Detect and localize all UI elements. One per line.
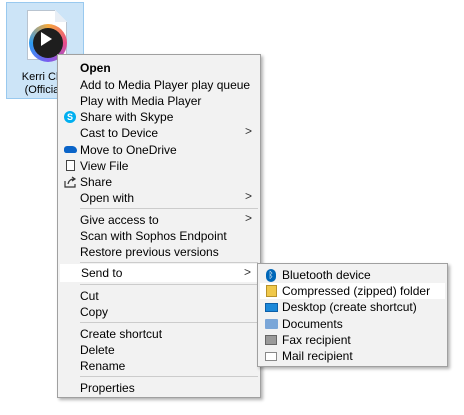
menu-item-move-to-onedrive[interactable]: Move to OneDrive	[60, 141, 258, 158]
send-to-desktop[interactable]: Desktop (create shortcut)	[260, 299, 445, 315]
menu-item-add-to-queue[interactable]: Add to Media Player play queue	[60, 76, 258, 93]
share-icon	[63, 175, 77, 188]
menu-item-properties[interactable]: Properties	[60, 379, 258, 396]
view-file-icon	[63, 159, 77, 172]
send-to-documents[interactable]: Documents	[260, 316, 445, 332]
menu-item-share-with-skype[interactable]: S Share with Skype	[60, 108, 258, 125]
desktop-icon	[264, 301, 278, 313]
menu-item-cut[interactable]: Cut	[60, 287, 258, 304]
mail-icon	[264, 350, 278, 362]
chevron-right-icon: >	[244, 189, 252, 203]
send-to-compressed-folder[interactable]: Compressed (zipped) folder	[260, 283, 445, 299]
skype-icon: S	[63, 110, 77, 123]
send-to-mail-recipient[interactable]: Mail recipient	[260, 348, 445, 364]
menu-item-give-access-to[interactable]: Give access to >	[60, 211, 258, 228]
fax-icon	[264, 334, 278, 346]
send-to-bluetooth-device[interactable]: ᛒ Bluetooth device	[260, 267, 445, 283]
context-menu: Open Add to Media Player play queue Play…	[57, 54, 261, 398]
menu-separator	[80, 262, 258, 263]
menu-item-cast-to-device[interactable]: Cast to Device >	[60, 124, 258, 141]
menu-item-share[interactable]: Share	[60, 173, 258, 190]
menu-item-view-file[interactable]: View File	[60, 157, 258, 174]
send-to-fax-recipient[interactable]: Fax recipient	[260, 332, 445, 348]
documents-folder-icon	[264, 318, 278, 330]
menu-item-delete[interactable]: Delete	[60, 341, 258, 358]
menu-item-scan-with-sophos[interactable]: Scan with Sophos Endpoint	[60, 227, 258, 244]
menu-item-create-shortcut[interactable]: Create shortcut	[60, 325, 258, 342]
menu-item-copy[interactable]: Copy	[60, 303, 258, 320]
chevron-right-icon: >	[244, 124, 252, 138]
menu-item-restore-previous-versions[interactable]: Restore previous versions	[60, 243, 258, 260]
menu-separator	[80, 284, 258, 285]
menu-separator	[80, 376, 258, 377]
onedrive-cloud-icon	[63, 143, 77, 156]
menu-item-open-with[interactable]: Open with >	[60, 189, 258, 206]
menu-item-play-with-media-player[interactable]: Play with Media Player	[60, 92, 258, 109]
bluetooth-icon: ᛒ	[264, 268, 278, 282]
send-to-submenu: ᛒ Bluetooth device Compressed (zipped) f…	[257, 263, 448, 367]
menu-separator	[80, 322, 258, 323]
menu-item-rename[interactable]: Rename	[60, 357, 258, 374]
menu-item-open[interactable]: Open	[60, 59, 258, 76]
chevron-right-icon: >	[244, 211, 252, 225]
chevron-right-icon: >	[243, 265, 251, 279]
zip-folder-icon	[264, 285, 278, 297]
menu-item-send-to[interactable]: Send to >	[60, 264, 258, 282]
menu-separator	[80, 208, 258, 209]
